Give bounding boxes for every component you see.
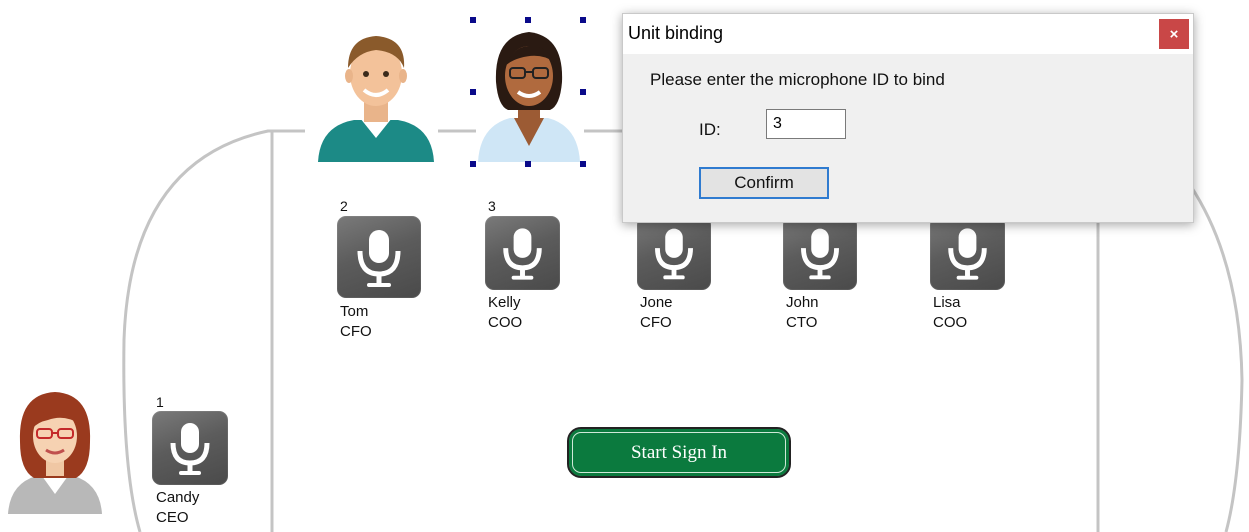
mic-title: CEO — [156, 509, 189, 526]
microphone-tile[interactable] — [783, 216, 857, 290]
avatar-woman-red-icon — [8, 392, 102, 514]
mic-title: CFO — [640, 314, 672, 331]
microphone-icon — [170, 423, 210, 475]
microphone-icon — [503, 228, 542, 280]
confirm-button[interactable]: Confirm — [699, 167, 829, 199]
microphone-tile[interactable] — [930, 216, 1005, 290]
selection-handle[interactable] — [580, 17, 586, 23]
selection-handle[interactable] — [470, 89, 476, 95]
mic-number: 2 — [340, 198, 348, 214]
id-label: ID: — [699, 120, 721, 139]
mic-title: CTO — [786, 314, 818, 331]
mic-unit[interactable]: 2 Tom CFO — [337, 198, 427, 342]
avatar-man-icon — [318, 36, 434, 162]
mic-name: John — [786, 294, 819, 311]
selection-handle[interactable] — [470, 17, 476, 23]
avatar[interactable] — [6, 386, 104, 514]
avatar[interactable] — [314, 26, 438, 162]
mic-title: COO — [488, 314, 523, 331]
microphone-icon — [948, 228, 987, 280]
microphone-tile[interactable] — [152, 411, 228, 485]
microphone-icon — [655, 228, 693, 280]
selection-handle[interactable] — [580, 89, 586, 95]
start-sign-in-button[interactable]: Start Sign In — [567, 427, 791, 478]
selection-handle[interactable] — [580, 161, 586, 167]
unit-binding-dialog: Unit binding × Please enter the micropho… — [622, 13, 1194, 223]
mic-unit[interactable]: 1 Candy CEO — [152, 394, 232, 530]
mic-name: Candy — [156, 489, 200, 506]
dialog-prompt: Please enter the microphone ID to bind — [650, 70, 945, 89]
mic-name: Jone — [640, 294, 673, 311]
microphone-tile[interactable] — [485, 216, 560, 290]
meeting-canvas: 1 Candy CEO 2 Tom CFO 3 Kelly COO Jone C… — [0, 0, 1249, 532]
microphone-tile[interactable] — [637, 216, 711, 290]
selection-handle[interactable] — [525, 17, 531, 23]
close-button[interactable]: × — [1159, 19, 1189, 49]
avatar-selected[interactable] — [474, 22, 584, 162]
dialog-titlebar[interactable]: Unit binding × — [623, 14, 1193, 54]
microphone-id-input[interactable] — [766, 109, 846, 139]
mic-number: 1 — [156, 394, 164, 410]
mic-name: Tom — [340, 303, 369, 320]
avatar-woman-icon — [478, 32, 580, 162]
dialog-title: Unit binding — [628, 23, 724, 43]
microphone-tile[interactable] — [337, 216, 421, 298]
mic-title: COO — [933, 314, 968, 331]
microphone-icon — [357, 230, 401, 287]
mic-title: CFO — [340, 323, 372, 340]
selection-handle[interactable] — [470, 161, 476, 167]
mic-name: Lisa — [933, 294, 961, 311]
mic-number: 3 — [488, 198, 496, 214]
mic-unit[interactable]: 3 Kelly COO — [485, 198, 565, 334]
microphone-icon — [801, 228, 839, 280]
selection-handle[interactable] — [525, 161, 531, 167]
close-icon: × — [1169, 25, 1179, 43]
mic-name: Kelly — [488, 294, 521, 311]
